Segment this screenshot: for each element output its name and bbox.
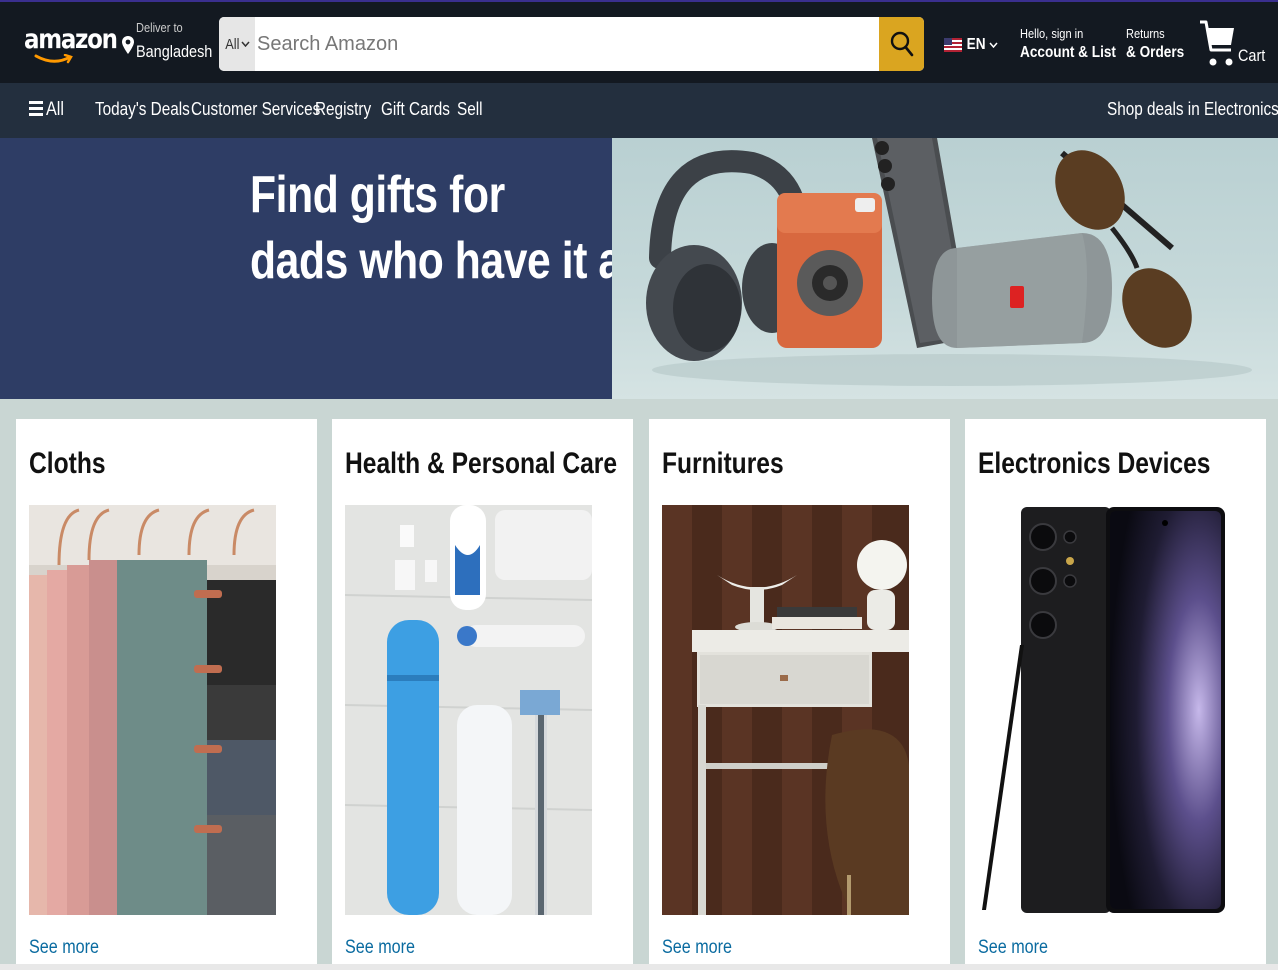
card-title: Cloths (29, 447, 106, 480)
search-icon (890, 31, 913, 57)
category-card-furnitures: Furnitures See more (649, 419, 950, 964)
location-pin-icon (122, 36, 134, 54)
orders-label: & Orders (1126, 44, 1185, 61)
deliver-to[interactable]: Deliver to Bangladesh (120, 20, 213, 68)
nav-customer-services[interactable]: Customer Services (191, 99, 320, 120)
see-more-link[interactable]: See more (662, 937, 732, 959)
amazon-logo[interactable]: amazon (24, 24, 118, 68)
card-title: Electronics Devices (978, 447, 1211, 480)
nav-shop-electronics-deals[interactable]: Shop deals in Electronics (1107, 99, 1278, 120)
top-navbar: amazon Deliver to Bangladesh All Search … (0, 0, 1278, 83)
search-bar: All (219, 17, 924, 71)
cart-button[interactable]: Cart (1198, 18, 1266, 70)
nav-sell[interactable]: Sell (457, 99, 483, 120)
card-title: Furnitures (662, 447, 784, 480)
see-more-link[interactable]: See more (345, 937, 415, 959)
smile-arrow-icon (34, 54, 73, 64)
furnitures-image[interactable] (662, 505, 909, 915)
bluetooth-speaker-image (932, 233, 1112, 348)
smartphone-with-stylus-illustration (978, 505, 1225, 915)
toiletries-illustration (345, 505, 592, 915)
hamburger-icon (29, 101, 43, 117)
cart-icon (1200, 20, 1234, 66)
nav-todays-deals[interactable]: Today's Deals (95, 99, 190, 120)
health-personal-care-image[interactable] (345, 505, 592, 915)
language-label: EN (966, 36, 986, 53)
cart-label: Cart (1238, 46, 1266, 65)
electronics-gifts-illustration (646, 138, 1252, 386)
deliver-location: Bangladesh (136, 42, 213, 61)
search-input[interactable] (255, 17, 879, 71)
chevron-down-icon (241, 41, 250, 47)
account-greeting: Hello, sign in (1020, 26, 1084, 41)
card-title: Health & Personal Care (345, 447, 618, 480)
account-list-label: Account & List (1020, 44, 1116, 61)
hero-headline-line1: Find gifts for (250, 166, 505, 224)
hero-banner-text-panel[interactable]: Find gifts for dads who have it all (0, 138, 645, 399)
desk-and-chair-illustration (662, 505, 909, 915)
secondary-navbar: All Today's Deals Customer Services Regi… (0, 83, 1278, 138)
deliver-label: Deliver to (136, 20, 183, 35)
hero-banner-image[interactable] (612, 138, 1278, 399)
search-category-dropdown[interactable]: All (219, 17, 255, 71)
see-more-link[interactable]: See more (29, 937, 99, 959)
language-selector[interactable]: EN (944, 32, 1000, 58)
category-card-cloths: Cloths See more (16, 419, 317, 964)
electronics-devices-image[interactable] (978, 505, 1225, 915)
hero-headline: Find gifts for dads who have it all (250, 162, 645, 294)
nav-gift-cards[interactable]: Gift Cards (381, 99, 450, 120)
returns-orders[interactable]: Returns & Orders (1126, 26, 1186, 68)
instant-camera-image (777, 193, 882, 348)
page-bottom-edge (0, 964, 1278, 970)
us-flag-icon (944, 38, 962, 52)
returns-label: Returns (1126, 26, 1165, 41)
search-button[interactable] (879, 17, 924, 71)
nav-registry[interactable]: Registry (315, 99, 371, 120)
see-more-link[interactable]: See more (978, 937, 1048, 959)
towels-on-hangers-illustration (29, 505, 276, 915)
hero-headline-line2: dads who have it all (250, 232, 645, 290)
category-card-health-personal-care: Health & Personal Care See more (332, 419, 633, 964)
all-menu-button[interactable]: All (29, 99, 69, 123)
account-menu[interactable]: Hello, sign in Account & List (1020, 26, 1116, 68)
category-card-electronics-devices: Electronics Devices See more (965, 419, 1266, 964)
search-category-label: All (224, 35, 240, 53)
logo-text: amazon (24, 24, 118, 55)
chevron-down-icon (989, 42, 998, 48)
all-menu-label: All (46, 99, 64, 120)
cloths-image[interactable] (29, 505, 276, 915)
